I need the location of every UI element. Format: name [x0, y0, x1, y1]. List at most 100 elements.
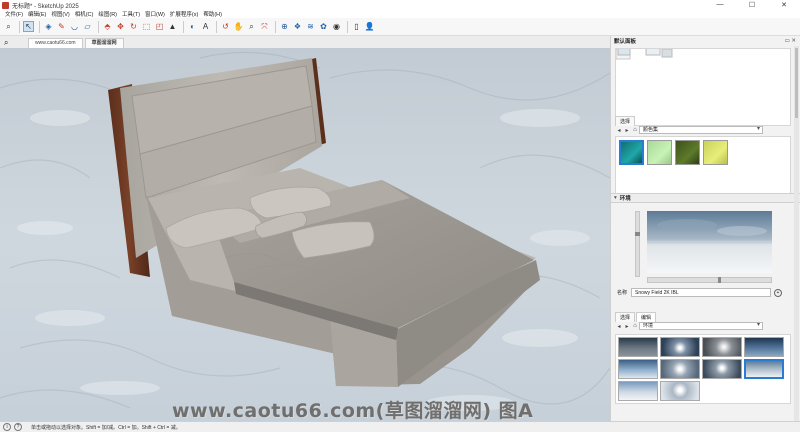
sketchup-logo-icon	[2, 1, 9, 9]
menu-window[interactable]: 窗口(W)	[145, 10, 165, 18]
extension-icon[interactable]: ❖	[292, 21, 303, 32]
snow-field-hdr-preview	[647, 211, 772, 273]
env-thumb-1[interactable]	[618, 337, 658, 357]
swatch-light-green[interactable]	[647, 140, 672, 165]
menu-view[interactable]: 视图(V)	[51, 10, 69, 18]
menu-help[interactable]: 帮助(H)	[203, 10, 222, 18]
tab-env-edit[interactable]: 编辑	[636, 312, 657, 322]
title-bar: 无标题* - SketchUp 2025 — ☐ ✕	[0, 0, 800, 10]
user-icon[interactable]: 👤	[364, 21, 375, 32]
tray-scrollbar[interactable]	[794, 46, 799, 421]
home-icon[interactable]: ⌂	[631, 323, 639, 329]
add-environment-button[interactable]: +	[774, 288, 783, 297]
menu-bar: 文件(F) 编辑(E) 视图(V) 相机(C) 绘图(R) 工具(T) 窗口(W…	[0, 10, 800, 18]
toolbar-separator	[347, 20, 348, 33]
layout-icon[interactable]: ≋	[305, 21, 316, 32]
environment-subtabs: 选择 编辑	[615, 312, 657, 322]
tray-title: 默认面板 ▭ ✕	[611, 36, 800, 45]
scale-icon[interactable]: ⬚	[141, 21, 152, 32]
menu-extensions[interactable]: 扩展程序(x)	[170, 10, 198, 18]
select-arrow-icon[interactable]: ↖	[23, 21, 34, 32]
env-thumb-5[interactable]	[618, 359, 658, 379]
tab-env-select[interactable]: 选择	[615, 312, 636, 322]
tab-select[interactable]: 选择	[615, 116, 636, 126]
menu-file[interactable]: 文件(F)	[5, 10, 23, 18]
materials-nav-row: ◂ ▸ ⌂ 颜色集	[615, 126, 763, 134]
material-collection-dropdown[interactable]: 颜色集	[639, 126, 763, 134]
scene-tab-2[interactable]: 草图溜溜网	[84, 38, 124, 48]
preview-thumb-3	[661, 49, 673, 58]
env-thumb-2[interactable]	[660, 337, 700, 357]
swatch-teal[interactable]	[619, 140, 644, 165]
swatch-olive[interactable]	[675, 140, 700, 165]
env-thumb-snowy-field[interactable]	[744, 359, 784, 379]
menu-camera[interactable]: 相机(C)	[75, 10, 94, 18]
forward-arrow-icon[interactable]: ▸	[623, 127, 631, 134]
arc-icon[interactable]: ◡	[69, 21, 80, 32]
back-arrow-icon[interactable]: ◂	[615, 127, 623, 134]
model-viewport[interactable]: www.caotu66.com(草图溜溜网) 图A	[0, 48, 610, 421]
env-thumb-9[interactable]	[618, 381, 658, 401]
minimize-button[interactable]: —	[704, 1, 736, 9]
search-icon[interactable]: ⌕	[3, 21, 14, 32]
environment-name-row: 名称 Snowy Field 2K IBL +	[617, 288, 783, 297]
rotate-icon[interactable]: ↻	[128, 21, 139, 32]
new-file-icon[interactable]: ▯	[351, 21, 362, 32]
text-icon[interactable]: A	[200, 21, 211, 32]
environment-section-header[interactable]: ▾ 环境	[611, 193, 800, 203]
pan-icon[interactable]: ✋	[233, 21, 244, 32]
chevron-down-icon: ▾	[614, 195, 617, 201]
env-thumb-4[interactable]	[744, 337, 784, 357]
paint-bucket-icon[interactable]: ◐	[187, 21, 198, 32]
line-pencil-icon[interactable]: ✎	[56, 21, 67, 32]
move-icon[interactable]: ✥	[115, 21, 126, 32]
materials-subtabs: 选择	[615, 116, 636, 126]
scene-tab-1[interactable]: www.caotu66.com	[28, 38, 83, 48]
back-arrow-icon[interactable]: ◂	[615, 323, 623, 330]
env-thumb-6[interactable]	[660, 359, 700, 379]
menu-tools[interactable]: 工具(T)	[122, 10, 140, 18]
search-icon[interactable]: ⌕	[4, 38, 14, 48]
orbit-icon[interactable]: ↺	[220, 21, 231, 32]
eraser-icon[interactable]: ◈	[43, 21, 54, 32]
env-thumb-7[interactable]	[702, 359, 742, 379]
environment-preview	[647, 211, 772, 273]
style-icon[interactable]: ✿	[318, 21, 329, 32]
name-label: 名称	[617, 290, 628, 296]
rectangle-icon[interactable]: ▱	[82, 21, 93, 32]
scene-tabs-bar: ⌕ www.caotu66.com 草图溜溜网	[0, 36, 610, 48]
offset-icon[interactable]: ◰	[154, 21, 165, 32]
swatch-yellow-green[interactable]	[703, 140, 728, 165]
push-pull-icon[interactable]: ⬘	[102, 21, 113, 32]
viewport-scene	[0, 48, 610, 421]
env-thumb-3[interactable]	[702, 337, 742, 357]
environment-thumbnail-grid	[615, 334, 791, 404]
environment-nav-row: ◂ ▸ ⌂ 环境	[615, 322, 763, 330]
menu-draw[interactable]: 绘图(R)	[98, 10, 117, 18]
info-icon[interactable]: i	[3, 423, 11, 431]
environment-horizontal-slider[interactable]	[647, 277, 772, 283]
maximize-button[interactable]: ☐	[736, 1, 768, 9]
warehouse-icon[interactable]: ⊕	[279, 21, 290, 32]
close-button[interactable]: ✕	[768, 1, 800, 9]
env-thumb-10[interactable]	[660, 381, 700, 401]
menu-edit[interactable]: 编辑(E)	[28, 10, 46, 18]
tape-measure-icon[interactable]: ▲	[167, 21, 178, 32]
environment-name-field[interactable]: Snowy Field 2K IBL	[631, 288, 772, 297]
tray-controls[interactable]: ▭ ✕	[785, 38, 796, 44]
status-bar: i ? 单击或拖动以选择对象。Shift = 加/减。Ctrl = 加。Shif…	[0, 421, 800, 432]
zoom-extents-icon[interactable]: ⤧	[259, 21, 270, 32]
toolbar-separator	[98, 20, 99, 33]
main-toolbar: ⌕ ↖ ◈ ✎ ◡ ▱ ⬘ ✥ ↻ ⬚ ◰ ▲ ◐ A ↺ ✋ ⌕ ⤧ ⊕ ❖ ≋ ✿ ◉ ▯ 👤	[0, 18, 800, 36]
material-preview-thumbnails	[616, 49, 673, 60]
profile-icon[interactable]: ◉	[331, 21, 342, 32]
environment-section-label: 环境	[619, 196, 631, 202]
home-icon[interactable]: ⌂	[631, 127, 639, 133]
environment-collection-dropdown[interactable]: 环境	[639, 322, 763, 330]
window-controls: — ☐ ✕	[704, 1, 800, 9]
forward-arrow-icon[interactable]: ▸	[623, 323, 631, 330]
zoom-icon[interactable]: ⌕	[246, 21, 257, 32]
environment-vertical-slider[interactable]	[635, 211, 640, 277]
question-icon[interactable]: ?	[14, 423, 22, 431]
watermark-text: www.caotu66.com(草图溜溜网) 图A	[172, 400, 534, 421]
